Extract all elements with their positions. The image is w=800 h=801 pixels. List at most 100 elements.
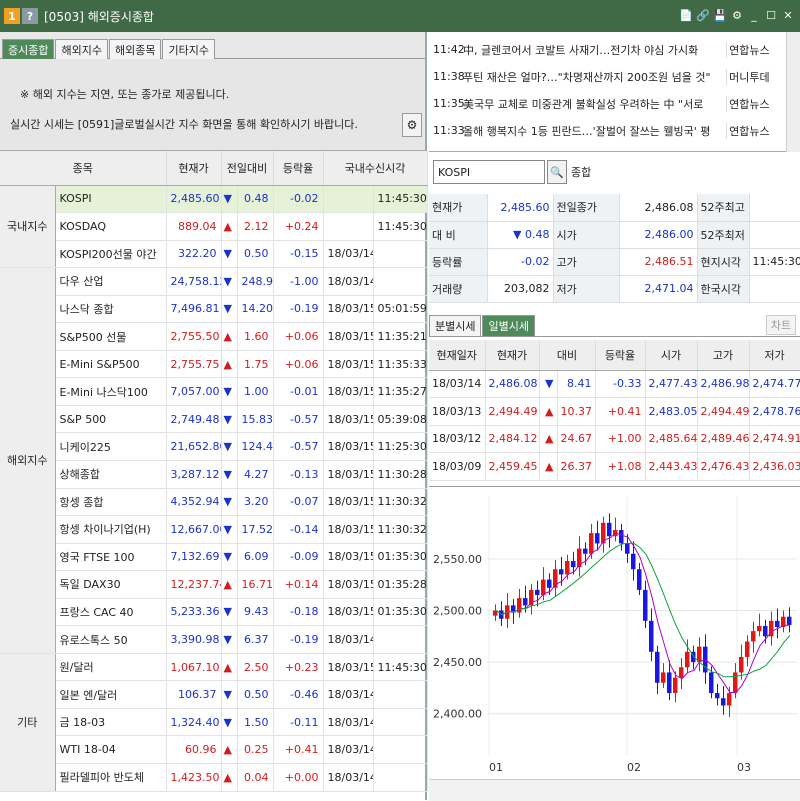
tab-market-summary[interactable]: 증시종합 — [2, 39, 55, 59]
row-date: 18/03/14 — [323, 735, 374, 764]
row-change: 0.25 — [237, 735, 274, 764]
quote-value: 2,486.08 — [619, 194, 698, 222]
x-tick-label: 03 — [737, 761, 751, 774]
table-row[interactable]: 니케이22521,652.80▼124.49-0.5718/03/1511:25… — [0, 432, 428, 461]
quote-value — [749, 194, 800, 222]
tab-overseas-index[interactable]: 해외지수 — [55, 39, 108, 59]
notice-panel: ※ 해외 지수는 지연, 또는 종가로 제공됩니다. 실시간 시세는 [0591… — [0, 59, 425, 151]
tab-daily-price[interactable]: 일별시세 — [482, 315, 535, 336]
table-row[interactable]: 필라델피아 반도체 1,423.50 ▲ 0.04 +0.00 18/03/14 — [0, 763, 428, 792]
change-arrow-icon: ▼ — [221, 240, 238, 269]
table-row[interactable]: E-Mini 나스닥100 7,057.00 ▼ 1.00 -0.01 18/03/15 1… — [0, 377, 428, 406]
row-date: 18/03/15 — [323, 460, 374, 489]
table-row[interactable]: KOSPI200선물 야간 322.20 ▼ 0.50 -0.15 18/03/14 — [0, 240, 428, 269]
table-row[interactable]: 항셍 차이나기업(H) 12,667.00 ▼ 17.52 -0.14 18/03/15 1… — [0, 515, 428, 544]
tab-minute-price[interactable]: 분별시세 — [429, 315, 482, 336]
daily-high: 2,476.43 — [697, 452, 750, 481]
change-arrow-icon: ▲ — [539, 452, 558, 481]
save-icon[interactable]: 💾 — [713, 8, 727, 22]
row-time: 11:30:32 — [373, 515, 428, 544]
maximize-icon[interactable]: ☐ — [765, 8, 777, 22]
table-row[interactable]: WTI 18-04 60.96 ▲ 0.25 +0.41 18/03/14 — [0, 735, 428, 764]
left-panel: 증시종합 해외지수 해외종목 기타지수 ※ 해외 지수는 지연, 또는 종가로 … — [0, 32, 428, 800]
row-price: 1,324.40 — [166, 708, 222, 737]
row-price: 21,652.80 — [166, 432, 222, 461]
settings-icon[interactable]: ⚙ — [731, 8, 743, 22]
row-rate: -0.57 — [273, 405, 324, 434]
table-row[interactable]: 금 18-03 1,324.40 ▼ 1.50 -0.11 18/03/14 — [0, 708, 428, 737]
search-row: KOSPI 🔍 종합 — [429, 157, 800, 187]
daily-price: 2,459.45 — [485, 452, 540, 481]
daily-open: 2,483.05 — [645, 397, 698, 426]
row-name: 니케이225 — [55, 432, 167, 461]
row-rate: -0.02 — [273, 185, 324, 214]
table-row[interactable]: E-Mini S&P500 2,755.75 ▲ 1.75 +0.06 18/03/15 1… — [0, 350, 428, 379]
row-date: 18/03/15 — [323, 598, 374, 627]
table-row[interactable]: 영국 FTSE 100 7,132.69 ▼ 6.09 -0.09 18/03/15 01:… — [0, 543, 428, 572]
news-item[interactable]: 11:33 올해 행복지수 1등 핀란드…'잘벌어 잘쓰는 웰빙국' 평 연합뉴스 — [429, 117, 784, 144]
table-row[interactable]: 기타 원/달러 1,067.10 ▲ 2.50 +0.23 18/03/15 11:45:30 — [0, 653, 428, 792]
memo-icon[interactable]: 📄 — [679, 8, 693, 22]
help-icon[interactable]: ? — [22, 8, 38, 24]
table-row[interactable]: 국내지수 KOSPI 2,485.60 ▼ 0.48 -0.02 11:45:30 — [0, 185, 428, 269]
table-row[interactable]: S&P 500 2,749.48 ▼ 15.83 -0.57 18/03/15 05:39:… — [0, 405, 428, 434]
daily-row[interactable]: 18/03/14 2,486.08 ▼ 8.41 -0.33 2,477.43 2,486.… — [429, 370, 800, 398]
change-arrow-icon: ▼ — [221, 708, 238, 737]
screen-number-badge[interactable]: 1 — [4, 8, 20, 24]
daily-row[interactable]: 18/03/12 2,484.12 ▲ 24.67 +1.00 2,485.64 2,489… — [429, 425, 800, 453]
tab-overseas-stocks[interactable]: 해외종목 — [108, 39, 162, 59]
table-row[interactable]: 항셍 종합 4,352.94 ▼ 3.20 -0.07 18/03/15 11:30:32 — [0, 488, 428, 517]
row-time: 11:30:32 — [373, 488, 428, 517]
tab-other-index[interactable]: 기타지수 — [162, 39, 215, 59]
table-row[interactable]: KOSDAQ 889.04 ▲ 2.12 +0.24 11:45:30 — [0, 212, 428, 241]
daily-row[interactable]: 18/03/09 2,459.45 ▲ 26.37 +1.08 2,443.43 2,476… — [429, 452, 800, 481]
candle-body — [679, 667, 684, 678]
candle-body — [775, 620, 780, 628]
row-price: 60.96 — [166, 735, 222, 764]
daily-low: 2,478.76 — [749, 397, 800, 426]
table-row[interactable]: 나스닥 종합 7,496.81 ▼ 14.20 -0.19 18/03/15 05:01:5… — [0, 295, 428, 324]
chart-scrollbar[interactable] — [429, 779, 800, 801]
row-price: 5,233.36 — [166, 598, 222, 627]
row-price: 2,755.50 — [166, 322, 222, 351]
candle-body — [739, 656, 744, 673]
row-date: 18/03/15 — [323, 295, 374, 324]
daily-change: 24.67 — [557, 425, 596, 453]
chart-button[interactable]: 차트 — [766, 315, 796, 335]
row-price: 3,287.12 — [166, 460, 222, 489]
close-icon[interactable]: ✕ — [782, 8, 794, 22]
table-row[interactable]: 일본 엔/달러 106.37 ▼ 0.50 -0.46 18/03/14 — [0, 680, 428, 709]
change-arrow-icon: ▼ — [221, 405, 238, 434]
link-icon[interactable]: 🔗 — [696, 8, 710, 22]
table-row[interactable]: 유로스톡스 50 3,390.98 ▼ 6.37 -0.19 18/03/14 — [0, 625, 428, 654]
table-row[interactable]: 독일 DAX30 12,237.74 ▲ 16.71 +0.14 18/03/15 01:3… — [0, 570, 428, 599]
row-price: 7,132.69 — [166, 543, 222, 572]
table-row[interactable]: 프랑스 CAC 40 5,233.36 ▼ 9.43 -0.18 18/03/15 01:3… — [0, 598, 428, 627]
change-arrow-icon: ▲ — [221, 322, 238, 351]
row-rate: -0.13 — [273, 460, 324, 489]
news-item[interactable]: 11:35 美국무 교체로 미중관계 불확실성 우려하는 中 "서로 연합뉴스 — [429, 90, 784, 117]
daily-change: 10.37 — [557, 397, 596, 426]
candle-body — [631, 553, 636, 570]
row-date: 18/03/15 — [323, 488, 374, 517]
row-rate: -0.57 — [273, 432, 324, 461]
table-row[interactable]: 상해종합 3,287.12 ▼ 4.27 -0.13 18/03/15 11:30:28 — [0, 460, 428, 489]
candle-body — [523, 598, 528, 606]
gear-icon[interactable]: ⚙ — [402, 113, 422, 137]
symbol-input[interactable]: KOSPI — [433, 160, 545, 184]
search-icon[interactable]: 🔍 — [547, 160, 567, 184]
table-row[interactable]: S&P500 선물 2,755.50 ▲ 1.60 +0.06 18/03/15 11:35… — [0, 322, 428, 351]
news-scrollbar[interactable] — [786, 32, 800, 152]
row-name: S&P 500 — [55, 405, 167, 434]
news-item[interactable]: 11:42 中, 글렌코어서 코발트 사재기…전기차 야심 가시화 연합뉴스 — [429, 36, 784, 63]
quote-label: 현지시각 — [697, 248, 750, 276]
daily-row[interactable]: 18/03/13 2,494.49 ▲ 10.37 +0.41 2,483.05 2,494… — [429, 397, 800, 426]
row-date: 18/03/15 — [323, 322, 374, 351]
candle-body — [619, 530, 624, 544]
candle-body — [685, 651, 690, 668]
table-row[interactable]: 해외지수다우 산업24,758.12▼248.91-1.0018/03/14 — [0, 267, 428, 654]
row-date: 18/03/15 — [323, 350, 374, 379]
minimize-icon[interactable]: _ — [748, 8, 760, 22]
news-item[interactable]: 11:38 푸틴 재산은 얼마?…"차명재산까지 200조원 넘을 것" 머니투데 — [429, 63, 784, 90]
row-price: 889.04 — [166, 212, 222, 241]
